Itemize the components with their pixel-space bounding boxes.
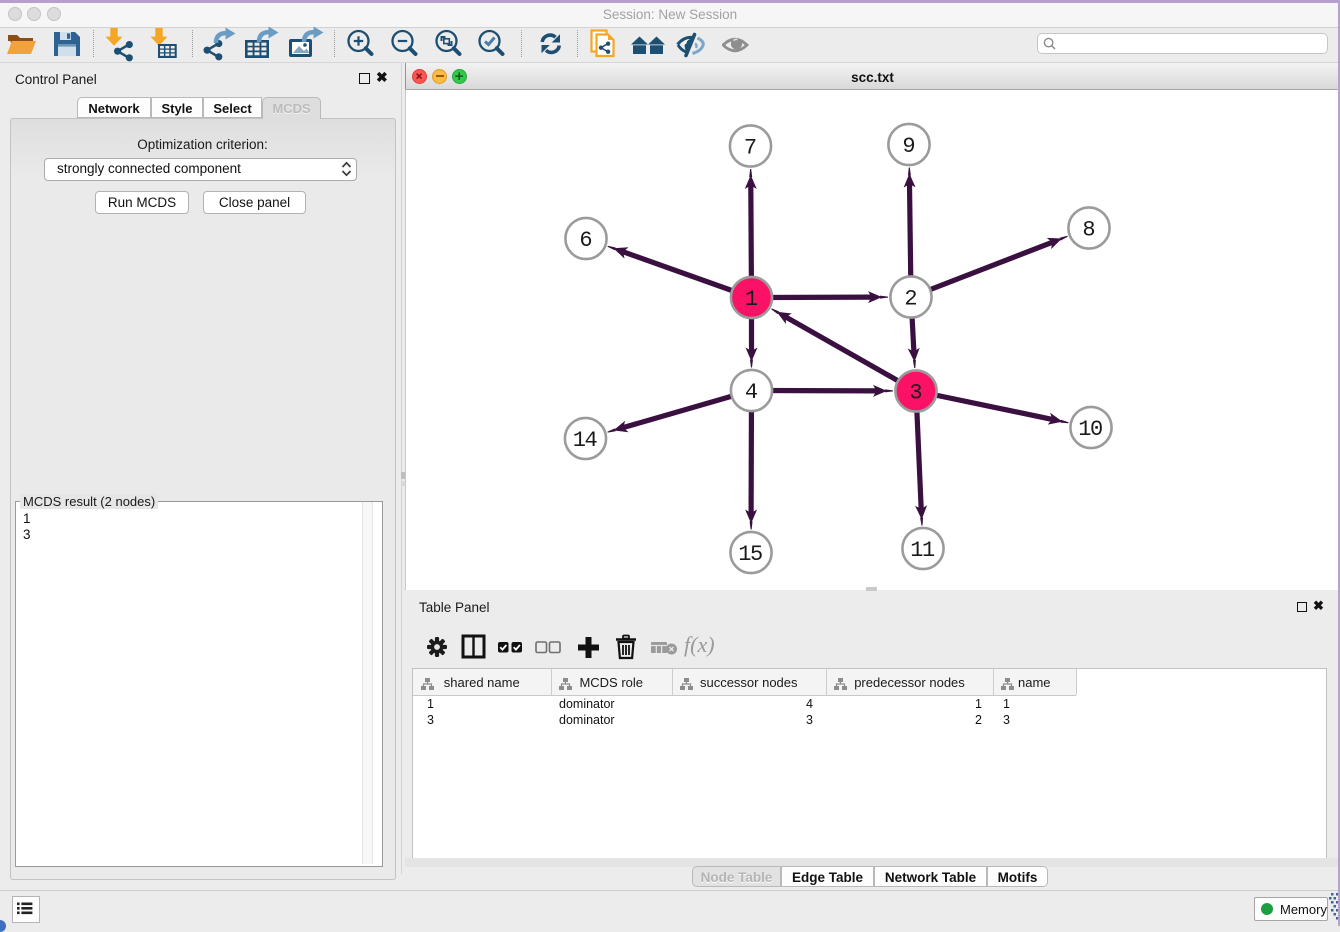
svg-text:4: 4 <box>745 380 758 405</box>
svg-text:15: 15 <box>738 542 762 567</box>
svg-text:11: 11 <box>910 538 935 563</box>
svg-text:6: 6 <box>579 228 592 253</box>
svg-text:14: 14 <box>573 428 598 453</box>
svg-text:7: 7 <box>744 136 757 161</box>
svg-text:3: 3 <box>909 381 922 406</box>
svg-text:2: 2 <box>904 287 917 312</box>
svg-text:8: 8 <box>1082 218 1095 243</box>
svg-text:1: 1 <box>745 287 758 312</box>
svg-text:9: 9 <box>902 134 915 159</box>
svg-text:10: 10 <box>1078 417 1102 442</box>
